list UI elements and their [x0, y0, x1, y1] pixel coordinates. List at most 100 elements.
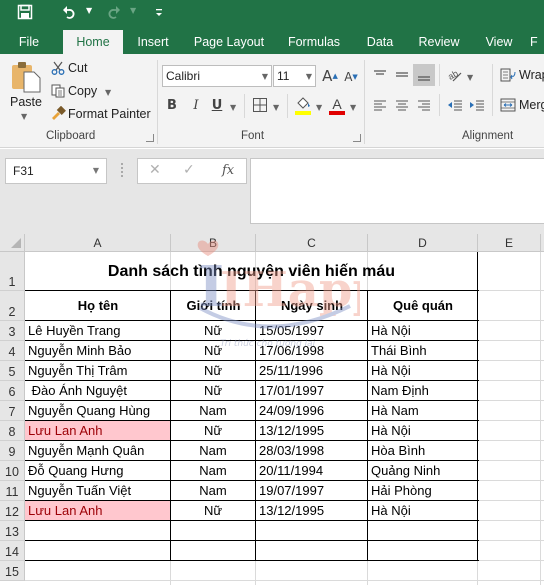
top-align-icon[interactable] [371, 66, 389, 84]
cell-name[interactable]: Đào Ánh Nguyệt [25, 381, 170, 400]
font-name-combo[interactable]: Calibri ▼ [162, 65, 272, 87]
increase-indent-icon[interactable] [468, 96, 486, 114]
cell-hometown[interactable]: Hà Nam [368, 401, 477, 420]
cell-name[interactable]: Nguyễn Quang Hùng [25, 401, 170, 420]
clipboard-launcher-icon[interactable] [146, 134, 154, 142]
cell-hometown[interactable]: Hà Nội [368, 361, 477, 380]
align-center-icon[interactable] [393, 96, 411, 114]
cell-gender[interactable]: Nữ [171, 501, 255, 520]
paste-button[interactable]: Paste [10, 95, 42, 109]
customize-qat-icon[interactable] [154, 5, 164, 25]
undo-dropdown-icon[interactable]: ▼ [86, 6, 92, 15]
redo-icon[interactable] [106, 4, 122, 25]
underline-dropdown-icon[interactable]: ▼ [230, 103, 236, 112]
merge-center-icon[interactable] [499, 96, 517, 114]
row-header-13[interactable]: 13 [0, 521, 25, 541]
row-header-9[interactable]: 9 [0, 441, 25, 461]
cell-hometown[interactable]: Hòa Bình [368, 441, 477, 460]
font-color-icon[interactable]: A [328, 94, 346, 116]
cell-hometown[interactable]: Hà Nội [368, 321, 477, 340]
cell-name[interactable]: Nguyễn Minh Bảo [25, 341, 170, 360]
cut-button[interactable]: Cut [68, 61, 87, 75]
bottom-align-icon[interactable] [413, 64, 435, 86]
cell-gender[interactable]: Nữ [171, 381, 255, 400]
cell-dob[interactable]: 17/06/1998 [256, 341, 367, 360]
row-header-10[interactable]: 10 [0, 461, 25, 481]
resize-handle[interactable] [121, 163, 123, 177]
underline-button[interactable]: U [209, 96, 225, 114]
tab-page-layout[interactable]: Page Layout [188, 30, 270, 54]
cell-dob[interactable]: 28/03/1998 [256, 441, 367, 460]
row-header-7[interactable]: 7 [0, 401, 25, 421]
cell-name[interactable]: Nguyễn Thị Trâm [25, 361, 170, 380]
row-header-15[interactable]: 15 [0, 561, 25, 581]
decrease-font-size-icon[interactable]: A ▼ [343, 68, 359, 86]
column-heading-cell[interactable]: Quê quán [368, 296, 478, 316]
cell-name[interactable]: Nguyễn Mạnh Quân [25, 441, 170, 460]
cell-dob[interactable]: 25/11/1996 [256, 361, 367, 380]
cell-name[interactable]: Lê Huyền Trang [25, 321, 170, 340]
column-header-c[interactable]: C [256, 234, 368, 252]
format-painter-button[interactable]: Format Painter [68, 107, 151, 121]
cell-gender[interactable]: Nam [171, 461, 255, 480]
redo-dropdown-icon[interactable]: ▼ [130, 6, 136, 15]
cell-hometown[interactable]: Quảng Ninh [368, 461, 477, 480]
cell-dob[interactable]: 17/01/1997 [256, 381, 367, 400]
decrease-indent-icon[interactable] [446, 96, 464, 114]
cell-name[interactable]: Lưu Lan Anh [25, 501, 170, 520]
cell-dob[interactable]: 13/12/1995 [256, 421, 367, 440]
italic-button[interactable]: I [188, 96, 204, 114]
tab-formulas[interactable]: Formulas [282, 30, 346, 54]
paste-dropdown-icon[interactable]: ▼ [21, 112, 27, 121]
paste-icon[interactable] [10, 60, 42, 94]
cancel-icon[interactable]: ✕ [149, 162, 161, 178]
cell-dob[interactable]: 19/07/1997 [256, 481, 367, 500]
row-header-8[interactable]: 8 [0, 421, 25, 441]
fill-color-dropdown-icon[interactable]: ▼ [316, 103, 322, 112]
sheet-title-cell[interactable]: Danh sách tình nguyện viên hiến máu [25, 252, 478, 291]
cell-gender[interactable]: Nam [171, 481, 255, 500]
font-size-combo[interactable]: 11 ▼ [273, 65, 316, 87]
row-header-12[interactable]: 12 [0, 501, 25, 521]
cell-name[interactable]: Nguyễn Tuấn Việt [25, 481, 170, 500]
column-header-e[interactable]: E [478, 234, 541, 252]
row-header-6[interactable]: 6 [0, 381, 25, 401]
cell-gender[interactable]: Nữ [171, 361, 255, 380]
column-header-a[interactable]: A [25, 234, 171, 252]
worksheet-grid[interactable]: Danh sách tình nguyện viên hiến máu Họ tê… [25, 252, 544, 585]
cell-gender[interactable]: Nam [171, 401, 255, 420]
insert-function-icon[interactable]: fx [222, 163, 234, 178]
borders-icon[interactable] [252, 96, 268, 114]
tab-home[interactable]: Home [63, 30, 123, 54]
cell-dob[interactable]: 15/05/1997 [256, 321, 367, 340]
row-header-11[interactable]: 11 [0, 481, 25, 501]
align-left-icon[interactable] [371, 96, 389, 114]
cell-name[interactable]: Đỗ Quang Hưng [25, 461, 170, 480]
row-header-1[interactable]: 1 [0, 252, 25, 291]
row-header-14[interactable]: 14 [0, 541, 25, 561]
tab-file[interactable]: File [10, 30, 48, 54]
cell-gender[interactable]: Nữ [171, 321, 255, 340]
wrap-text-button[interactable]: Wrap [519, 68, 544, 82]
column-header-b[interactable]: B [171, 234, 256, 252]
cell-dob[interactable]: 20/11/1994 [256, 461, 367, 480]
cell-gender[interactable]: Nữ [171, 421, 255, 440]
tab-review[interactable]: Review [412, 30, 466, 54]
column-heading-cell[interactable]: Ngày sinh [256, 296, 368, 316]
select-all-button[interactable] [0, 234, 25, 252]
font-color-dropdown-icon[interactable]: ▼ [350, 103, 356, 112]
increase-font-size-icon[interactable]: A ▲ [321, 66, 339, 86]
orientation-icon[interactable]: ab [446, 66, 464, 84]
cell-hometown[interactable]: Hà Nội [368, 501, 477, 520]
align-right-icon[interactable] [415, 96, 433, 114]
cell-gender[interactable]: Nam [171, 441, 255, 460]
row-header-2[interactable]: 2 [0, 291, 25, 321]
row-header-4[interactable]: 4 [0, 341, 25, 361]
row-header-5[interactable]: 5 [0, 361, 25, 381]
enter-icon[interactable]: ✓ [183, 162, 195, 178]
merge-center-button[interactable]: Merg [519, 98, 544, 112]
tab-data[interactable]: Data [360, 30, 400, 54]
bold-button[interactable]: B [164, 96, 180, 114]
cell-hometown[interactable]: Hải Phòng [368, 481, 477, 500]
cell-hometown[interactable]: Hà Nội [368, 421, 477, 440]
